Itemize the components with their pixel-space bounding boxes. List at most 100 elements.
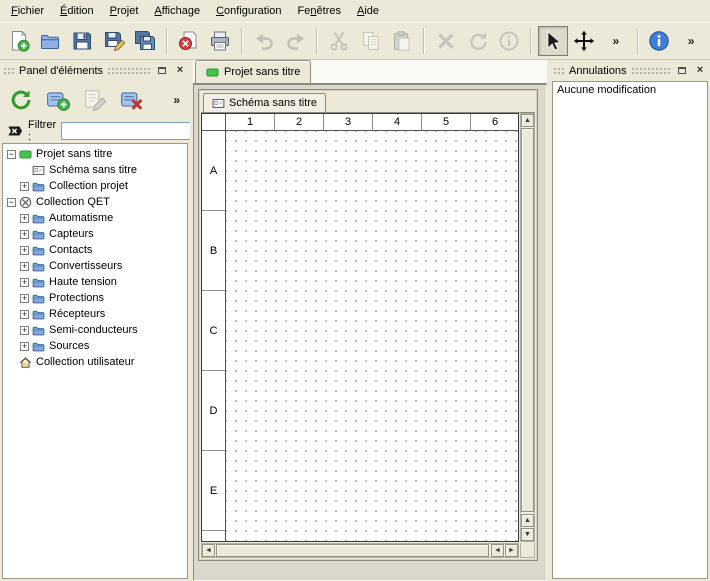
scroll-left-button[interactable]: ◄	[202, 544, 215, 557]
delete-element-button[interactable]	[118, 86, 146, 114]
tree-item-label: Collection QET	[36, 196, 114, 208]
tree-item-collection-projet[interactable]: +Collection projet	[3, 178, 187, 194]
cut-icon	[328, 30, 350, 52]
tree-item-collection-qet[interactable]: − Collection QET	[3, 194, 187, 210]
horizontal-scroll-thumb[interactable]	[216, 544, 489, 557]
tree-item-capteurs[interactable]: +Capteurs	[3, 226, 187, 242]
close-button[interactable]: ×	[693, 64, 707, 77]
about-qet-button[interactable]	[645, 26, 675, 56]
expand-icon[interactable]: +	[20, 262, 29, 271]
scroll-right-button[interactable]: ►	[505, 544, 518, 557]
expand-icon[interactable]: +	[20, 278, 29, 287]
select-arrow-icon	[542, 30, 564, 52]
menu-projet[interactable]: Projet	[103, 2, 146, 20]
menu-fichier[interactable]: Fichier	[4, 2, 51, 20]
dock-grip[interactable]	[3, 67, 15, 75]
menu-fenetres[interactable]: Fenêtres	[291, 2, 348, 20]
clear-filter-button[interactable]	[7, 122, 23, 140]
tab-project[interactable]: Projet sans titre	[195, 60, 311, 83]
tree-item-sources[interactable]: + Sources	[3, 338, 187, 354]
undo-icon	[253, 30, 275, 52]
expand-icon[interactable]: +	[20, 310, 29, 319]
tree-item-label: Haute tension	[49, 276, 121, 288]
folder-icon	[32, 212, 45, 225]
save-as-button[interactable]	[99, 26, 129, 56]
elements-panel-titlebar[interactable]: Panel d'éléments ×	[3, 63, 187, 78]
undo-panel: Annulations × Aucune modification	[550, 60, 710, 581]
scroll-down-button[interactable]: ▼	[521, 528, 534, 541]
collapse-icon[interactable]: −	[7, 150, 16, 159]
delete-selection-button	[431, 26, 461, 56]
save-all-button[interactable]	[130, 26, 160, 56]
undo-history-list[interactable]: Aucune modification	[552, 81, 708, 579]
home-icon	[19, 356, 32, 369]
toolbar-overflow-button[interactable]: »	[601, 26, 631, 56]
undo-button	[249, 26, 279, 56]
menu-edition[interactable]: Édition	[53, 2, 101, 20]
expand-icon[interactable]: +	[20, 230, 29, 239]
schema-view: 123456 ABCDE ◄ ◄ ►	[201, 112, 535, 558]
tree-item-semi-conducteurs[interactable]: +Semi-conducteurs	[3, 322, 187, 338]
horizontal-scrollbar[interactable]: ◄ ◄ ►	[201, 543, 519, 558]
expand-icon[interactable]: +	[20, 342, 29, 351]
tree-item-contacts[interactable]: +Contacts	[3, 242, 187, 258]
move-tool-icon	[573, 30, 595, 52]
vertical-scroll-thumb[interactable]	[521, 128, 534, 512]
tree-item-automatisme[interactable]: + Automatisme	[3, 210, 187, 226]
tree-item-collection-utilisateur[interactable]: Collection utilisateur	[3, 354, 187, 370]
save-button[interactable]	[67, 26, 97, 56]
reload-collections-button[interactable]	[7, 86, 35, 114]
new-element-icon	[46, 88, 70, 112]
print-button[interactable]	[206, 26, 236, 56]
delete-element-icon	[120, 88, 144, 112]
new-element-button[interactable]	[44, 86, 72, 114]
column-label: 6	[471, 114, 518, 130]
menu-configuration[interactable]: Configuration	[209, 2, 288, 20]
new-project-button[interactable]	[4, 26, 34, 56]
tab-schema[interactable]: Schéma sans titre	[203, 93, 326, 112]
expand-icon[interactable]: +	[20, 182, 29, 191]
vertical-scrollbar[interactable]: ▲ ▲ ▼	[520, 113, 535, 542]
tree-item-haute-tension[interactable]: + Haute tension	[3, 274, 187, 290]
expand-icon[interactable]: +	[20, 294, 29, 303]
menu-aide[interactable]: Aide	[350, 2, 386, 20]
collapse-icon[interactable]: −	[7, 198, 16, 207]
tree-item-schema-sans-titre[interactable]: Schéma sans titre	[3, 162, 187, 178]
float-button[interactable]	[675, 64, 689, 77]
tree-item-convertisseurs[interactable]: +Convertisseurs	[3, 258, 187, 274]
filter-input[interactable]	[61, 122, 211, 140]
dock-grip[interactable]	[107, 67, 151, 75]
float-button[interactable]	[155, 64, 169, 77]
expand-icon[interactable]: +	[20, 214, 29, 223]
close-project-button[interactable]	[174, 26, 204, 56]
filter-row: Filtrer :	[2, 119, 188, 143]
expand-icon[interactable]: +	[20, 246, 29, 255]
folder-icon	[32, 292, 45, 305]
close-button[interactable]: ×	[173, 64, 187, 77]
menu-affichage[interactable]: Affichage	[147, 2, 207, 20]
main-area: Panel d'éléments × » Filtrer : − Projet s…	[0, 60, 710, 581]
tree-item-label: Automatisme	[49, 212, 117, 224]
pan-mode-button[interactable]	[570, 26, 600, 56]
undo-panel-titlebar[interactable]: Annulations ×	[553, 63, 707, 78]
close-icon: ×	[697, 65, 703, 76]
tree-item-projet-sans-titre[interactable]: − Projet sans titre	[3, 146, 187, 162]
scroll-up-button[interactable]: ▲	[521, 114, 534, 127]
open-project-button[interactable]	[36, 26, 66, 56]
tree-item-recepteurs[interactable]: +Récepteurs	[3, 306, 187, 322]
dock-grip[interactable]	[631, 67, 672, 75]
print-icon	[209, 30, 231, 52]
tree-item-label: Sources	[49, 340, 93, 352]
expand-icon[interactable]: +	[20, 326, 29, 335]
undo-empty-text: Aucune modification	[557, 84, 703, 96]
select-mode-button[interactable]	[538, 26, 568, 56]
dock-grip[interactable]	[553, 67, 565, 75]
elements-tree: −Projet sans titreSchéma sans titre+Coll…	[2, 143, 188, 579]
panel-toolbar-overflow[interactable]: »	[170, 91, 183, 109]
tree-item-protections[interactable]: +Protections	[3, 290, 187, 306]
toolbar-overflow-2-button[interactable]: »	[676, 26, 706, 56]
tree-item-label: Projet sans titre	[36, 148, 116, 160]
scroll-up-button-2[interactable]: ▲	[521, 514, 534, 527]
schema-canvas[interactable]	[226, 131, 518, 541]
scroll-left-button-2[interactable]: ◄	[491, 544, 504, 557]
